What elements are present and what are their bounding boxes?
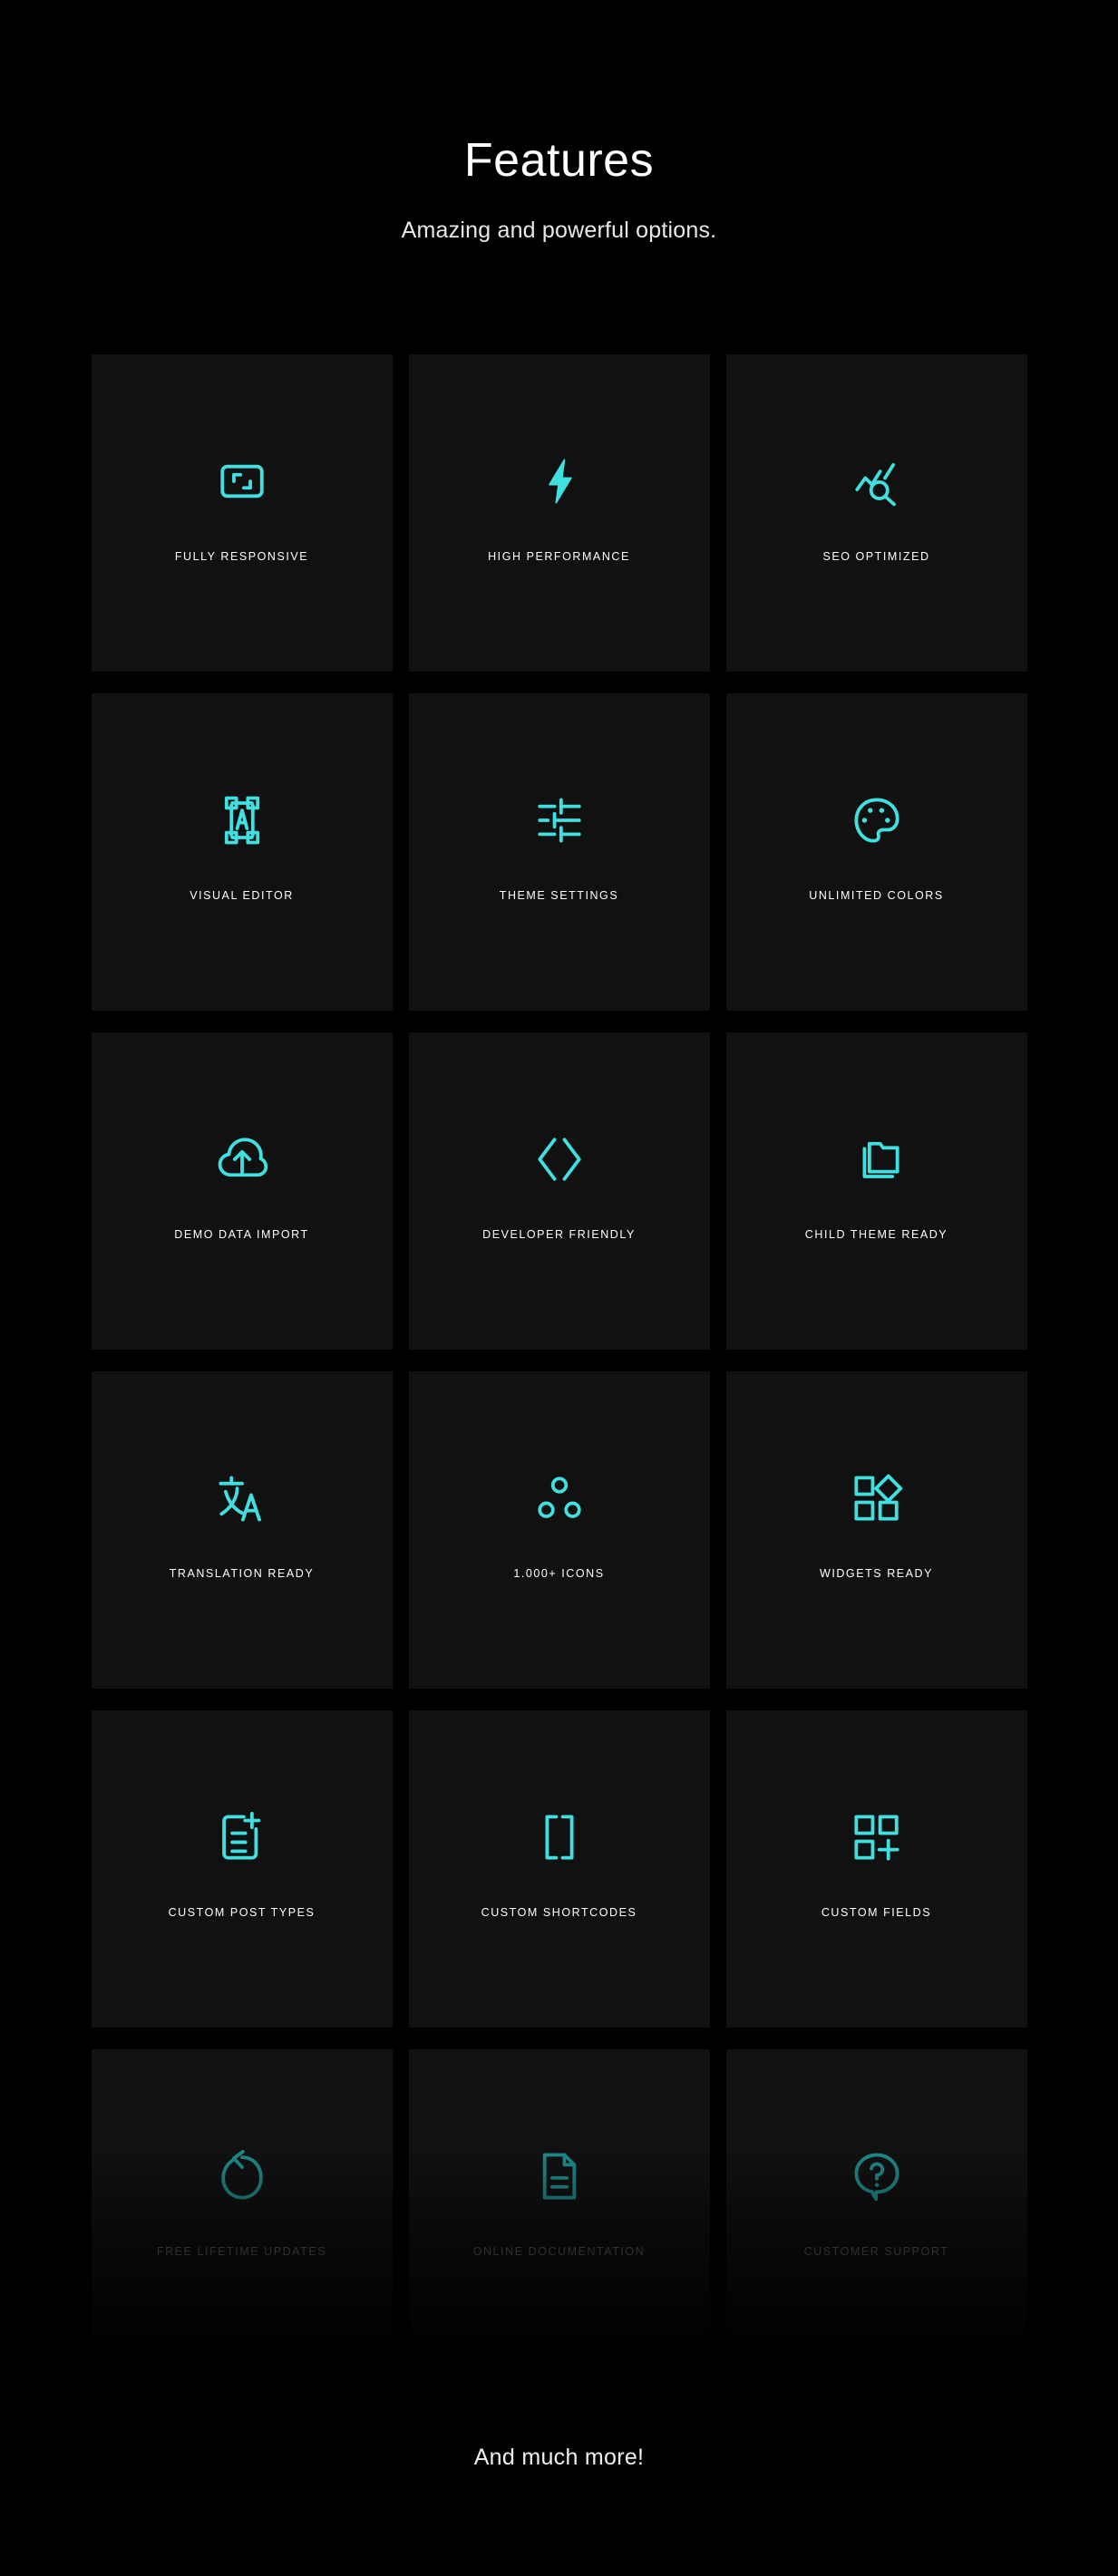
feature-card-label: ONLINE DOCUMENTATION bbox=[472, 2244, 646, 2258]
palette-icon bbox=[848, 791, 906, 849]
feature-card-label: DEMO DATA IMPORT bbox=[174, 1227, 309, 1241]
feature-card-label: VISUAL EDITOR bbox=[190, 888, 294, 902]
three-circles-icon bbox=[530, 1469, 588, 1527]
square-brackets-icon bbox=[530, 1808, 588, 1866]
feature-card-label: UNLIMITED COLORS bbox=[809, 888, 944, 902]
feature-card[interactable]: CUSTOMER SUPPORT bbox=[725, 2048, 1027, 2367]
feature-card[interactable]: CHILD THEME READY bbox=[725, 1031, 1027, 1350]
feature-card[interactable]: ONLINE DOCUMENTATION bbox=[408, 2048, 710, 2367]
document-plus-icon bbox=[213, 1808, 271, 1866]
feature-card-label: CUSTOM FIELDS bbox=[821, 1905, 932, 1919]
feature-card[interactable]: DEMO DATA IMPORT bbox=[91, 1031, 393, 1350]
text-selection-icon bbox=[213, 791, 271, 849]
grid-plus-icon bbox=[848, 1808, 906, 1866]
feature-card[interactable]: THEME SETTINGS bbox=[408, 692, 710, 1011]
feature-card[interactable]: CUSTOM POST TYPES bbox=[91, 1709, 393, 2028]
responsive-frame-icon bbox=[213, 452, 271, 510]
feature-card-label: CHILD THEME READY bbox=[804, 1227, 948, 1241]
sliders-icon bbox=[530, 791, 588, 849]
feature-card-label: WIDGETS READY bbox=[819, 1566, 934, 1580]
page-footer: And much more! bbox=[0, 2445, 1118, 2471]
feature-card-label: FULLY RESPONSIVE bbox=[174, 549, 309, 563]
shapes-grid-icon bbox=[848, 1469, 906, 1527]
file-lines-icon bbox=[530, 2147, 588, 2205]
feature-card[interactable]: FULLY RESPONSIVE bbox=[91, 353, 393, 672]
feature-card-label: HIGH PERFORMANCE bbox=[488, 549, 630, 563]
refresh-arrow-icon bbox=[213, 2147, 271, 2205]
page-subtitle: Amazing and powerful options. bbox=[401, 217, 717, 243]
feature-card[interactable]: CUSTOM SHORTCODES bbox=[408, 1709, 710, 2028]
feature-card[interactable]: VISUAL EDITOR bbox=[91, 692, 393, 1011]
page-header: Features Amazing and powerful options. bbox=[0, 0, 1118, 244]
question-bubble-icon bbox=[848, 2147, 906, 2205]
code-brackets-icon bbox=[530, 1130, 588, 1188]
lightning-bolt-icon bbox=[530, 452, 588, 510]
feature-card[interactable]: 1.000+ ICONS bbox=[408, 1370, 710, 1689]
feature-card-label: TRANSLATION READY bbox=[169, 1566, 315, 1580]
footer-text: And much more! bbox=[473, 2444, 645, 2470]
feature-card-label: THEME SETTINGS bbox=[499, 888, 619, 902]
feature-card-label: CUSTOMER SUPPORT bbox=[803, 2244, 949, 2258]
translate-icon bbox=[213, 1469, 271, 1527]
features-grid: FULLY RESPONSIVE HIGH PERFORMANCE SEO OPTI… bbox=[91, 353, 1027, 2367]
features-grid-wrapper: FULLY RESPONSIVE HIGH PERFORMANCE SEO OPTI… bbox=[91, 353, 1027, 2367]
feature-card[interactable]: WIDGETS READY bbox=[725, 1370, 1027, 1689]
feature-card[interactable]: TRANSLATION READY bbox=[91, 1370, 393, 1689]
feature-card-label: SEO OPTIMIZED bbox=[822, 549, 930, 563]
chart-search-icon bbox=[848, 452, 906, 510]
feature-card[interactable]: UNLIMITED COLORS bbox=[725, 692, 1027, 1011]
feature-card-label: FREE LIFETIME UPDATES bbox=[156, 2244, 327, 2258]
feature-card[interactable]: SEO OPTIMIZED bbox=[725, 353, 1027, 672]
feature-card[interactable]: HIGH PERFORMANCE bbox=[408, 353, 710, 672]
feature-card[interactable]: FREE LIFETIME UPDATES bbox=[91, 2048, 393, 2367]
cloud-upload-icon bbox=[213, 1130, 271, 1188]
page-title: Features bbox=[463, 134, 655, 187]
features-page: Features Amazing and powerful options. F… bbox=[0, 0, 1118, 2576]
feature-card-label: 1.000+ ICONS bbox=[513, 1566, 605, 1580]
feature-card-label: DEVELOPER FRIENDLY bbox=[482, 1227, 636, 1241]
feature-card-label: CUSTOM SHORTCODES bbox=[481, 1905, 637, 1919]
feature-card-label: CUSTOM POST TYPES bbox=[168, 1905, 316, 1919]
folder-stack-icon bbox=[848, 1130, 906, 1188]
feature-card[interactable]: DEVELOPER FRIENDLY bbox=[408, 1031, 710, 1350]
feature-card[interactable]: CUSTOM FIELDS bbox=[725, 1709, 1027, 2028]
